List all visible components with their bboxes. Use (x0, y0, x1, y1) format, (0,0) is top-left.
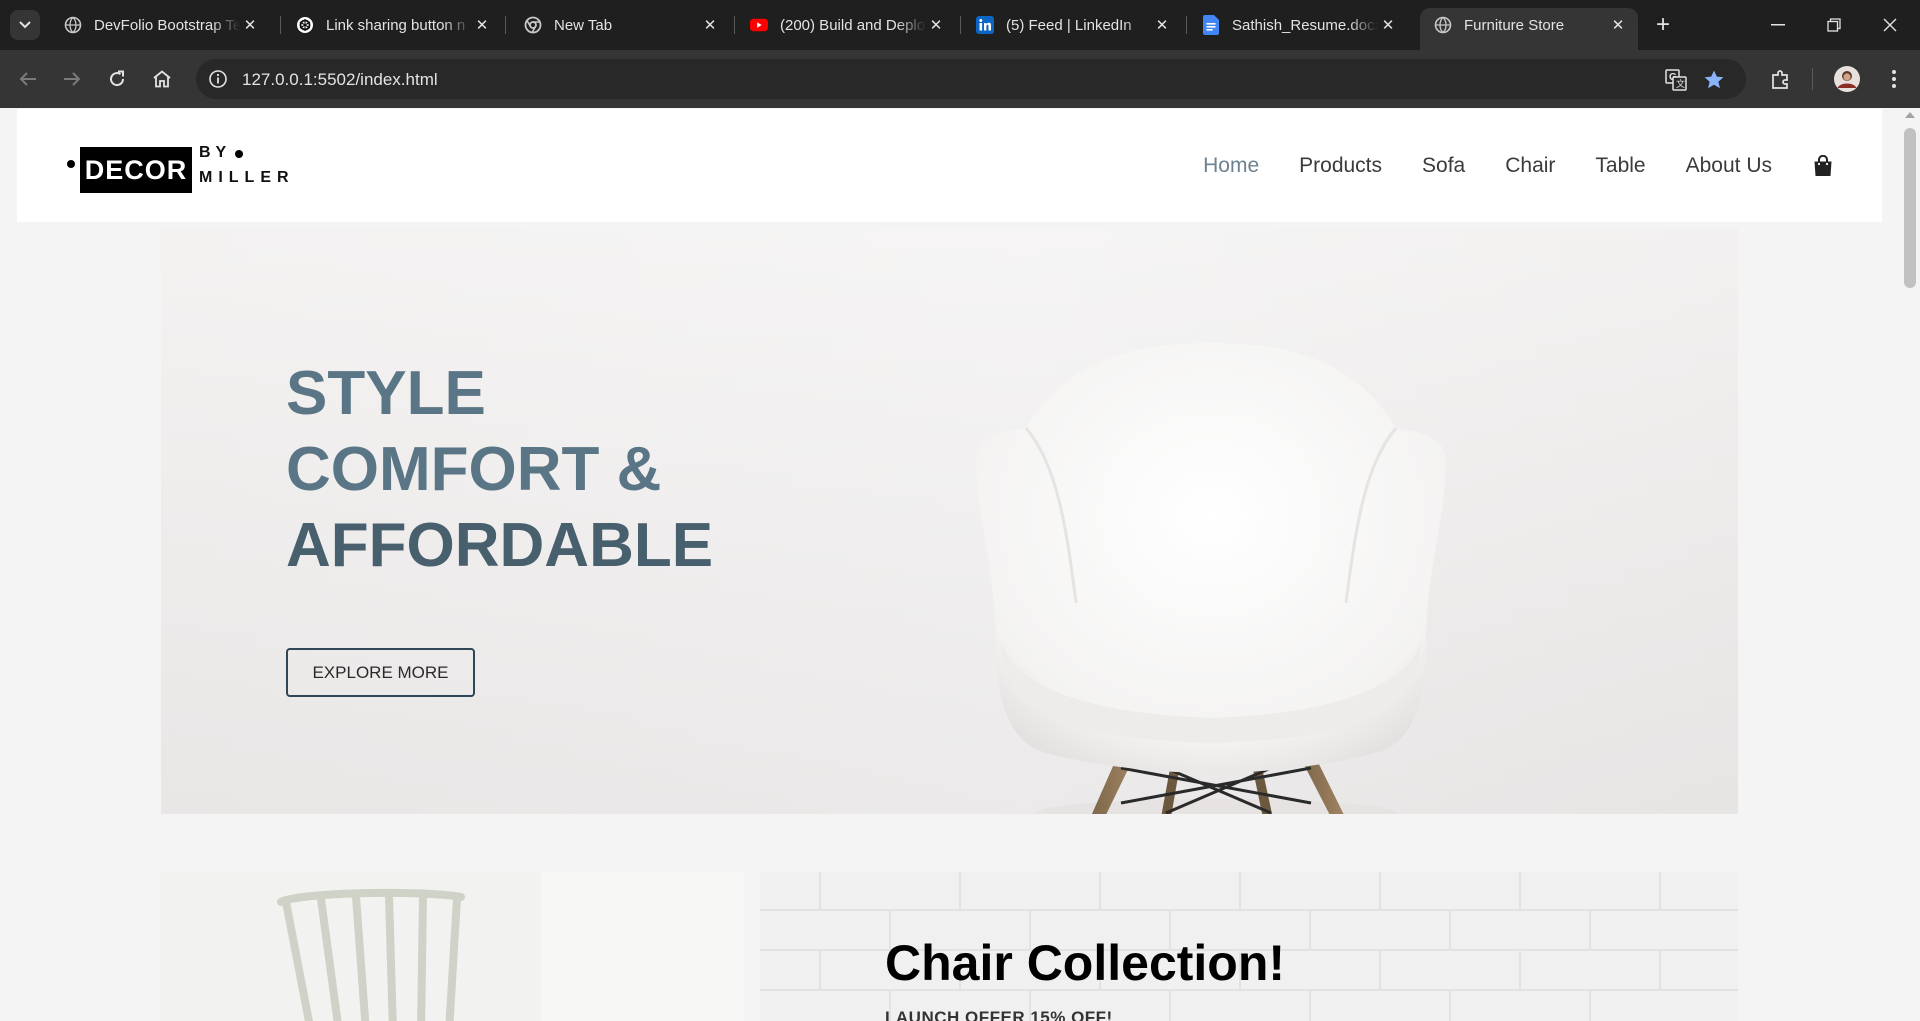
tab-new-tab[interactable]: New Tab ✕ (510, 8, 730, 42)
reload-button[interactable] (102, 64, 132, 94)
nav-home-link[interactable]: Home (1203, 154, 1259, 178)
arrow-right-icon (64, 72, 81, 86)
close-icon (1883, 18, 1897, 32)
tab-title: Furniture Store (1464, 16, 1565, 34)
shopping-bag-icon[interactable] (1812, 154, 1834, 178)
tab-divider (280, 16, 281, 34)
logo-dot (235, 150, 243, 158)
close-tab-icon[interactable]: ✕ (240, 15, 260, 35)
bookmark-star-icon[interactable] (1701, 67, 1727, 93)
launch-offer-text: LAUNCH OFFER 15% OFF! (885, 1008, 1113, 1021)
close-tab-icon[interactable]: ✕ (1152, 15, 1172, 35)
tab-title: DevFolio Bootstrap Te (94, 16, 240, 34)
tab-youtube[interactable]: (200) Build and Deplo ✕ (736, 8, 956, 42)
chatgpt-icon (296, 16, 314, 34)
site-navbar: DECOR BY MILLER Home Products Sofa Chair… (17, 109, 1882, 222)
tab-strip: DevFolio Bootstrap Te ✕ Link sharing but… (0, 0, 1920, 50)
url-text[interactable]: 127.0.0.1:5502/index.html (242, 70, 438, 90)
nav-sofa-link[interactable]: Sofa (1422, 154, 1465, 178)
translate-icon[interactable]: G文 (1663, 67, 1689, 93)
promo-chair-image (161, 872, 744, 1021)
tab-title: Link sharing button n (326, 16, 466, 34)
hero-line-1: STYLE (286, 359, 486, 428)
tab-divider (505, 16, 506, 34)
main-nav: Home Products Sofa Chair Table About Us (1163, 109, 1834, 222)
new-tab-button[interactable]: + (1650, 12, 1676, 38)
site-logo[interactable]: DECOR BY MILLER (67, 141, 307, 193)
nav-about-link[interactable]: About Us (1686, 154, 1772, 178)
minimize-icon (1771, 24, 1785, 26)
youtube-icon (750, 16, 768, 34)
close-tab-icon[interactable]: ✕ (926, 15, 946, 35)
home-icon (153, 70, 171, 88)
hero-heading: STYLE COMFORT & AFFORDABLE (286, 356, 713, 584)
close-window-button[interactable] (1862, 0, 1918, 50)
close-tab-icon[interactable]: ✕ (472, 15, 492, 35)
close-tab-icon[interactable]: ✕ (1378, 15, 1398, 35)
logo-dot (67, 160, 75, 168)
tab-furniture-store[interactable]: Furniture Store ✕ (1420, 8, 1638, 50)
browser-menu-button[interactable] (1879, 64, 1909, 94)
minimize-button[interactable] (1750, 0, 1806, 50)
explore-more-button[interactable]: EXPLORE MORE (286, 648, 475, 697)
browser-toolbar: 127.0.0.1:5502/index.html G文 (0, 50, 1920, 108)
logo-decor: DECOR (80, 147, 192, 193)
chrome-icon (524, 16, 542, 34)
puzzle-icon (1772, 70, 1788, 89)
close-tab-icon[interactable]: ✕ (1608, 15, 1628, 35)
restore-icon (1827, 18, 1841, 32)
chair-collection-title: Chair Collection! (885, 935, 1286, 991)
tab-divider (734, 16, 735, 34)
tab-devfolio[interactable]: DevFolio Bootstrap Te ✕ (50, 8, 270, 42)
scroll-up-icon[interactable] (1905, 112, 1915, 118)
tab-link-sharing[interactable]: Link sharing button n ✕ (282, 8, 502, 42)
tab-title: Sathish_Resume.docx (1232, 16, 1378, 34)
tab-linkedin[interactable]: (5) Feed | LinkedIn ✕ (962, 8, 1182, 42)
tab-title: (5) Feed | LinkedIn (1006, 16, 1132, 34)
page-viewport: DECOR BY MILLER Home Products Sofa Chair… (0, 108, 1920, 1021)
toolbar-divider (1812, 68, 1813, 90)
avatar (1834, 66, 1860, 92)
chevron-down-icon (19, 21, 31, 29)
scrollbar-thumb[interactable] (1904, 128, 1916, 288)
hero-line-2: COMFORT & (286, 435, 662, 504)
tab-title: (200) Build and Deplo (780, 16, 926, 34)
page-scrollbar[interactable] (1900, 108, 1920, 1021)
site-info-icon[interactable] (204, 65, 232, 93)
tab-resume[interactable]: Sathish_Resume.docx ✕ (1188, 8, 1408, 42)
logo-by: BY (199, 144, 232, 161)
tab-divider (960, 16, 961, 34)
svg-text:文: 文 (1676, 78, 1685, 89)
hero-line-3: AFFORDABLE (286, 511, 714, 580)
nav-chair-link[interactable]: Chair (1505, 154, 1555, 178)
linkedin-icon (976, 16, 994, 34)
profile-avatar[interactable] (1832, 64, 1862, 94)
more-vertical-icon (1892, 70, 1896, 88)
globe-icon (64, 16, 82, 34)
nav-table-link[interactable]: Table (1595, 154, 1645, 178)
close-tab-icon[interactable]: ✕ (700, 15, 720, 35)
hero-chair-image (976, 343, 1446, 814)
restore-button[interactable] (1806, 0, 1862, 50)
extensions-button[interactable] (1766, 64, 1796, 94)
logo-miller: MILLER (199, 169, 295, 186)
tab-title: New Tab (554, 16, 613, 34)
back-button[interactable] (13, 64, 43, 94)
hero-banner: STYLE COMFORT & AFFORDABLE EXPLORE MORE (161, 228, 1738, 814)
tab-divider (1186, 16, 1187, 34)
reload-icon (110, 70, 125, 87)
globe-icon (1434, 16, 1452, 34)
nav-products-link[interactable]: Products (1299, 154, 1382, 178)
arrow-left-icon (19, 72, 36, 86)
home-button[interactable] (147, 64, 177, 94)
tab-search-button[interactable] (10, 10, 40, 40)
wooden-chair-image (161, 872, 744, 1021)
address-bar[interactable]: 127.0.0.1:5502/index.html G文 (196, 59, 1746, 99)
forward-button[interactable] (57, 64, 87, 94)
chair-collection-banner: Chair Collection! LAUNCH OFFER 15% OFF! (760, 872, 1738, 1021)
docs-icon (1202, 15, 1220, 35)
